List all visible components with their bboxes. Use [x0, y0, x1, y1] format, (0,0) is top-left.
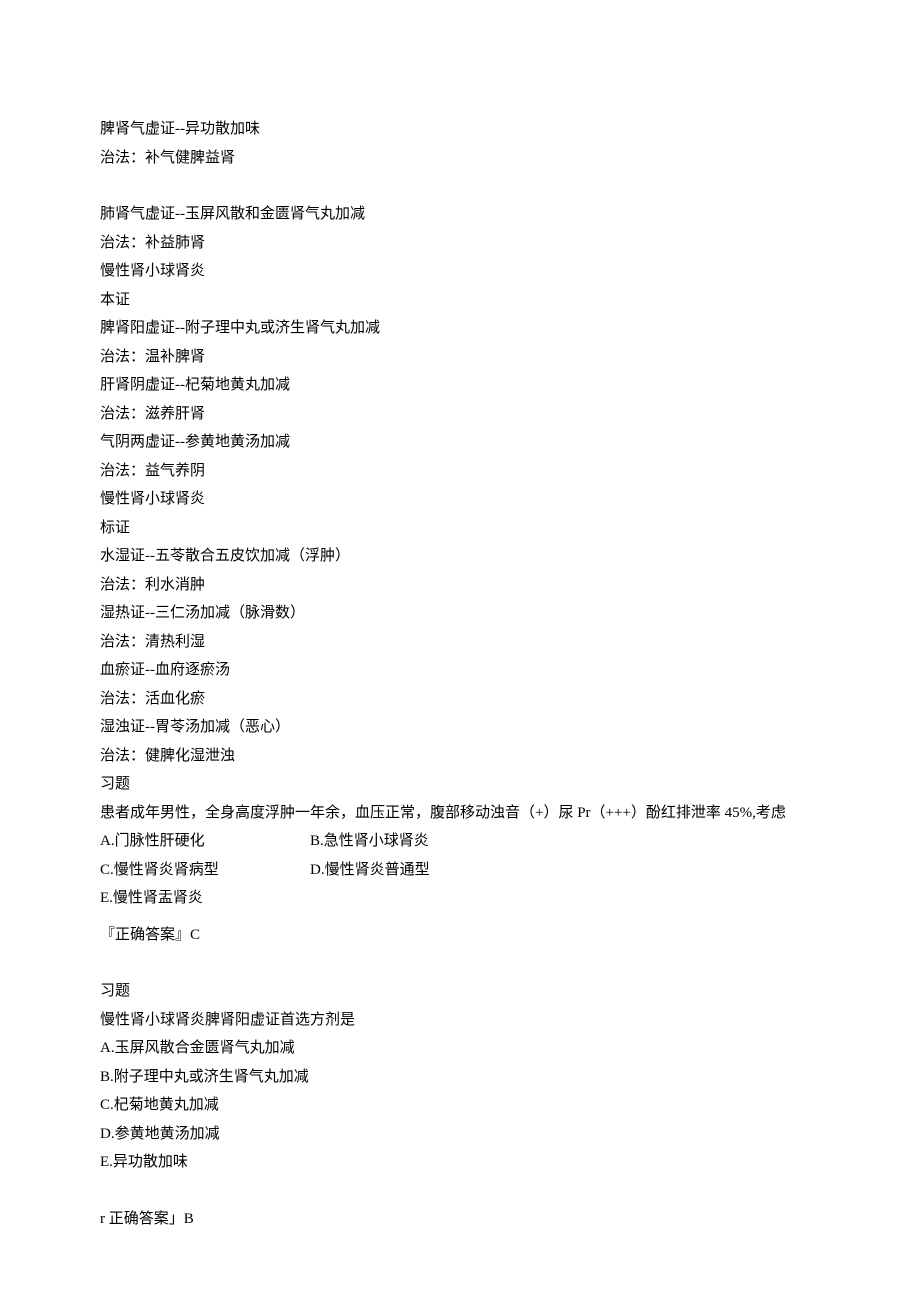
question-stem: 患者成年男性，全身高度浮肿一年余，血压正常，腹部移动浊音（+）尿 Pr（+++）… — [100, 799, 820, 828]
text-line: 湿热证--三仁汤加减（脉滑数） — [100, 599, 820, 628]
text-line: 肝肾阴虚证--杞菊地黄丸加减 — [100, 371, 820, 400]
option-e: E.慢性肾盂肾炎 — [100, 884, 820, 913]
text-line: 治法：滋养肝肾 — [100, 400, 820, 429]
text-line: 治法：清热利湿 — [100, 628, 820, 657]
blank-line — [100, 949, 820, 977]
text-line: 治法：温补脾肾 — [100, 343, 820, 372]
blank-line — [100, 172, 820, 200]
option-row: C.慢性肾炎肾病型 D.慢性肾炎普通型 — [100, 856, 820, 885]
text-line: 血瘀证--血府逐瘀汤 — [100, 656, 820, 685]
text-line: 治法：健脾化湿泄浊 — [100, 742, 820, 771]
document-page: 脾肾气虚证--异功散加味 治法：补气健脾益肾 肺肾气虚证--玉屏风散和金匮肾气丸… — [0, 0, 920, 1293]
option-a: A.门脉性肝硬化 — [100, 827, 310, 856]
text-line: 标证 — [100, 514, 820, 543]
text-line: 治法：活血化瘀 — [100, 685, 820, 714]
option-d: D.参黄地黄汤加减 — [100, 1120, 820, 1149]
question-title: 习题 — [100, 770, 820, 799]
option-e: E.异功散加味 — [100, 1148, 820, 1177]
text-line: 气阴两虚证--参黄地黄汤加减 — [100, 428, 820, 457]
question-stem: 慢性肾小球肾炎脾肾阳虚证首选方剂是 — [100, 1006, 820, 1035]
text-line: 慢性肾小球肾炎 — [100, 485, 820, 514]
text-line: 治法：利水消肿 — [100, 571, 820, 600]
text-line: 治法：补益肺肾 — [100, 229, 820, 258]
text-line: 治法：补气健脾益肾 — [100, 144, 820, 173]
option-b: B.附子理中丸或济生肾气丸加减 — [100, 1063, 820, 1092]
option-b: B.急性肾小球肾炎 — [310, 827, 429, 856]
text-line: 湿浊证--胃苓汤加减（恶心） — [100, 713, 820, 742]
text-line: 慢性肾小球肾炎 — [100, 257, 820, 286]
text-line: 脾肾阳虚证--附子理中丸或济生肾气丸加减 — [100, 314, 820, 343]
blank-line — [100, 1177, 820, 1205]
option-c: C.慢性肾炎肾病型 — [100, 856, 310, 885]
text-line: 本证 — [100, 286, 820, 315]
question-title: 习题 — [100, 977, 820, 1006]
option-d: D.慢性肾炎普通型 — [310, 856, 430, 885]
option-c: C.杞菊地黄丸加减 — [100, 1091, 820, 1120]
text-line: 肺肾气虚证--玉屏风散和金匮肾气丸加减 — [100, 200, 820, 229]
text-line: 治法：益气养阴 — [100, 457, 820, 486]
answer-line: r 正确答案」B — [100, 1205, 820, 1234]
text-line: 脾肾气虚证--异功散加味 — [100, 115, 820, 144]
option-row: A.门脉性肝硬化 B.急性肾小球肾炎 — [100, 827, 820, 856]
option-a: A.玉屏风散合金匮肾气丸加减 — [100, 1034, 820, 1063]
text-line: 水湿证--五苓散合五皮饮加减（浮肿） — [100, 542, 820, 571]
answer-line: 『正确答案』C — [100, 921, 820, 950]
